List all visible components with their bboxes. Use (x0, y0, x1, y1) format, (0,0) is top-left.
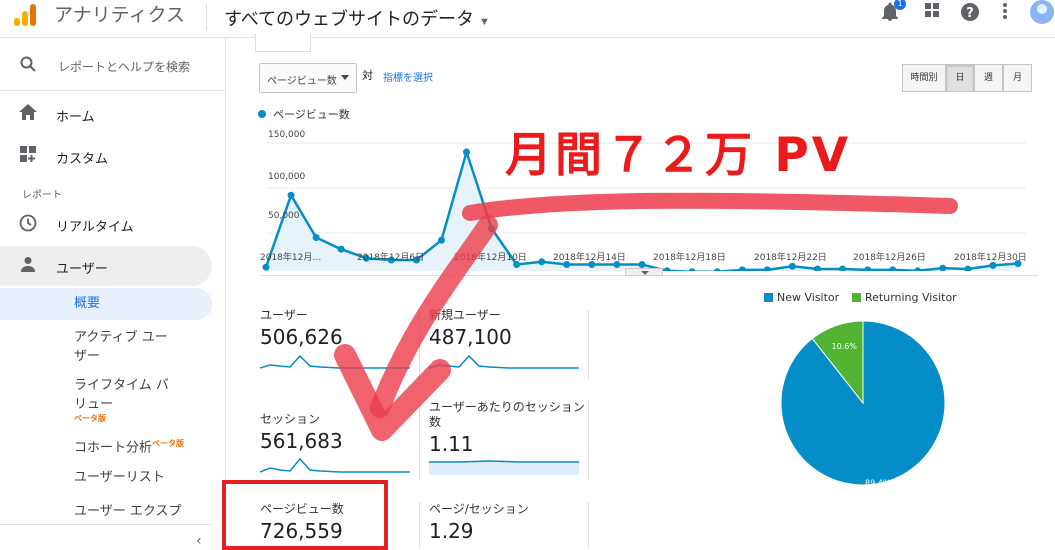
pageviews-highlight-box (222, 480, 388, 550)
annotation-overlay (334, 192, 958, 441)
annotation-text: 月間７２万 PV (505, 128, 852, 183)
red-arrow-stroke (462, 192, 958, 221)
